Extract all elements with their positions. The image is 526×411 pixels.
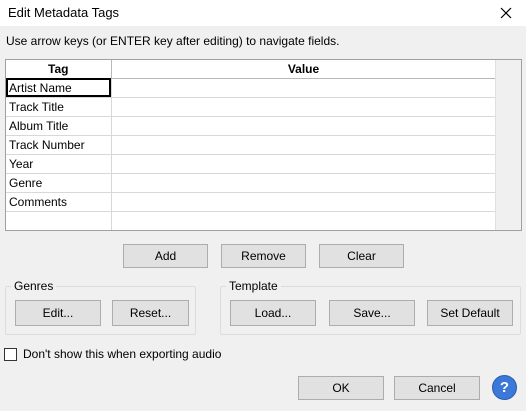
ok-button[interactable]: OK xyxy=(298,376,384,400)
dont-show-checkbox[interactable] xyxy=(4,347,17,361)
instructions-text: Use arrow keys (or ENTER key after editi… xyxy=(6,34,340,48)
template-set-default-button[interactable]: Set Default xyxy=(427,300,513,326)
window-title: Edit Metadata Tags xyxy=(8,5,120,20)
help-icon: ? xyxy=(499,379,510,396)
genres-group-label: Genres xyxy=(11,279,57,293)
close-icon xyxy=(500,7,512,19)
tag-cell[interactable]: Track Title xyxy=(6,96,112,117)
cancel-button[interactable]: Cancel xyxy=(394,376,480,400)
value-cell[interactable] xyxy=(110,153,497,174)
template-group: Template Load... Save... Set Default xyxy=(220,279,521,335)
tag-cell[interactable]: Year xyxy=(6,153,112,174)
genres-edit-button[interactable]: Edit... xyxy=(15,300,101,326)
metadata-table: Tag Value Artist Name Track Title Album … xyxy=(6,60,497,230)
close-button[interactable] xyxy=(486,0,526,26)
table-row: Track Title xyxy=(6,96,497,117)
tag-cell[interactable] xyxy=(6,210,112,230)
template-save-button[interactable]: Save... xyxy=(329,300,415,326)
value-cell[interactable] xyxy=(110,115,497,136)
tag-cell[interactable]: Album Title xyxy=(6,115,112,136)
clear-button[interactable]: Clear xyxy=(319,244,404,268)
table-header-row: Tag Value xyxy=(6,60,497,79)
dont-show-label: Don't show this when exporting audio xyxy=(23,347,222,361)
genres-group: Genres Edit... Reset... xyxy=(5,279,196,335)
vertical-scrollbar[interactable] xyxy=(495,60,521,230)
tag-cell[interactable]: Track Number xyxy=(6,134,112,155)
value-cell[interactable] xyxy=(110,210,497,230)
table-row: Artist Name xyxy=(6,77,497,98)
table-row: Comments xyxy=(6,191,497,212)
title-bar: Edit Metadata Tags xyxy=(0,0,526,26)
column-header-tag[interactable]: Tag xyxy=(6,60,112,79)
add-button[interactable]: Add xyxy=(123,244,208,268)
column-header-value[interactable]: Value xyxy=(110,60,497,79)
template-load-button[interactable]: Load... xyxy=(230,300,316,326)
table-row: Track Number xyxy=(6,134,497,155)
tag-cell[interactable]: Genre xyxy=(6,172,112,193)
value-cell[interactable] xyxy=(110,191,497,212)
help-button[interactable]: ? xyxy=(492,375,517,400)
value-cell[interactable] xyxy=(110,134,497,155)
tag-cell[interactable]: Artist Name xyxy=(6,77,112,98)
value-cell[interactable] xyxy=(110,172,497,193)
table-row xyxy=(6,210,497,230)
table-row: Genre xyxy=(6,172,497,193)
table-row: Album Title xyxy=(6,115,497,136)
metadata-grid[interactable]: Tag Value Artist Name Track Title Album … xyxy=(5,59,522,231)
value-cell[interactable] xyxy=(110,77,497,98)
remove-button[interactable]: Remove xyxy=(221,244,306,268)
genres-reset-button[interactable]: Reset... xyxy=(112,300,189,326)
tag-cell[interactable]: Comments xyxy=(6,191,112,212)
dont-show-option[interactable]: Don't show this when exporting audio xyxy=(4,347,221,361)
table-row: Year xyxy=(6,153,497,174)
template-group-label: Template xyxy=(226,279,281,293)
value-cell[interactable] xyxy=(110,96,497,117)
